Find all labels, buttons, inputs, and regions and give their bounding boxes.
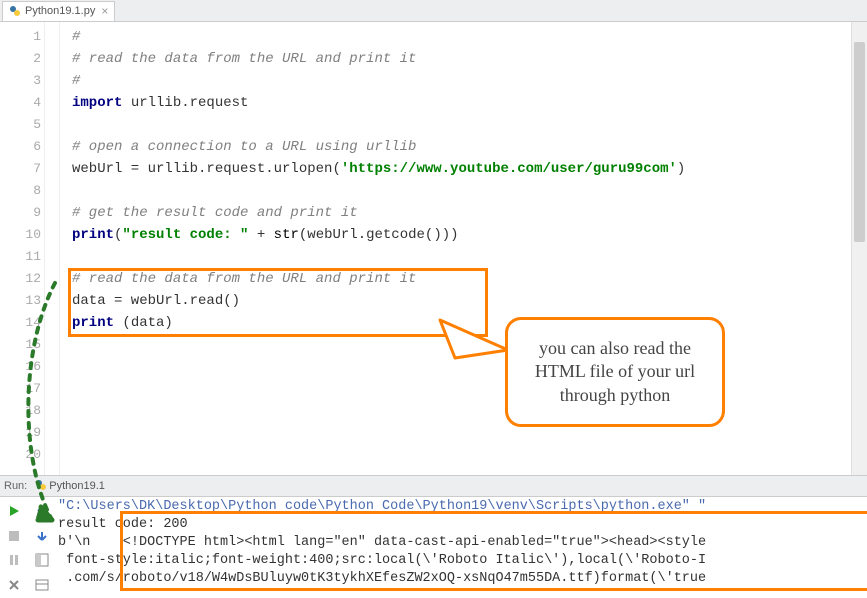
run-config-name: Python19.1 xyxy=(49,480,105,492)
line-number: 6 xyxy=(0,136,41,158)
editor-scrollbar[interactable] xyxy=(851,22,867,475)
console-output-line: b'\n <!DOCTYPE html><html lang="en" data… xyxy=(58,535,706,550)
editor-tab-filename: Python19.1.py xyxy=(25,5,95,17)
rerun-button[interactable] xyxy=(2,500,26,522)
scroll-down-button[interactable] xyxy=(30,525,54,547)
layout-button[interactable] xyxy=(30,549,54,571)
settings-button[interactable] xyxy=(30,574,54,596)
line-number: 20 xyxy=(0,444,41,466)
console-command-path: "C:\Users\DK\Desktop\Python code\Python … xyxy=(58,499,706,514)
run-config-dropdown[interactable]: Python19.1 xyxy=(35,479,105,494)
line-number: 19 xyxy=(0,422,41,444)
line-number: 4 xyxy=(0,92,41,114)
pause-button[interactable] xyxy=(2,549,26,571)
line-number: 2 xyxy=(0,48,41,70)
console-output-line: result code: 200 xyxy=(58,517,188,532)
run-label: Run: xyxy=(4,480,27,492)
run-console-toolbar xyxy=(0,497,56,597)
line-number-gutter: 1 2 3 4 5 6 7 8 9 10 11 12 13 14 15 16 1… xyxy=(0,22,60,475)
line-number: 8 xyxy=(0,180,41,202)
line-number: 9 xyxy=(0,202,41,224)
line-number: 13 xyxy=(0,290,41,312)
code-editor[interactable]: # # read the data from the URL and print… xyxy=(60,22,851,475)
line-number: 11 xyxy=(0,246,41,268)
annotation-callout: you can also read the HTML file of your … xyxy=(505,317,725,427)
line-number: 15 xyxy=(0,334,41,356)
line-number: 3 xyxy=(0,70,41,92)
console-output-line: font-style:italic;font-weight:400;src:lo… xyxy=(58,553,706,568)
stop-button[interactable] xyxy=(2,525,26,547)
line-number: 5 xyxy=(0,114,41,136)
editor-tab-bar: Python19.1.py × xyxy=(0,0,867,22)
run-console-pane: "C:\Users\DK\Desktop\Python code\Python … xyxy=(0,497,867,597)
line-number: 12 xyxy=(0,268,41,290)
close-icon[interactable]: × xyxy=(101,4,108,18)
python-file-icon xyxy=(9,5,21,17)
line-number: 14 xyxy=(0,312,41,334)
line-number: 17 xyxy=(0,378,41,400)
line-number: 7 xyxy=(0,158,41,180)
editor-pane: 1 2 3 4 5 6 7 8 9 10 11 12 13 14 15 16 1… xyxy=(0,22,867,476)
line-number: 1 xyxy=(0,26,41,48)
python-file-icon xyxy=(35,479,47,494)
scroll-up-button[interactable] xyxy=(30,500,54,522)
console-output-line: .com/s/roboto/v18/W4wDsBUluyw0tK3tykhXEf… xyxy=(58,571,706,586)
line-number: 16 xyxy=(0,356,41,378)
console-output[interactable]: "C:\Users\DK\Desktop\Python code\Python … xyxy=(56,497,867,597)
run-toolwindow-header: Run: Python19.1 xyxy=(0,476,867,497)
line-number: 10 xyxy=(0,224,41,246)
line-number: 18 xyxy=(0,400,41,422)
close-tool-button[interactable] xyxy=(2,574,26,596)
annotation-callout-text: you can also read the HTML file of your … xyxy=(518,337,712,407)
editor-tab-python19[interactable]: Python19.1.py × xyxy=(2,1,115,21)
scrollbar-thumb[interactable] xyxy=(854,42,865,242)
